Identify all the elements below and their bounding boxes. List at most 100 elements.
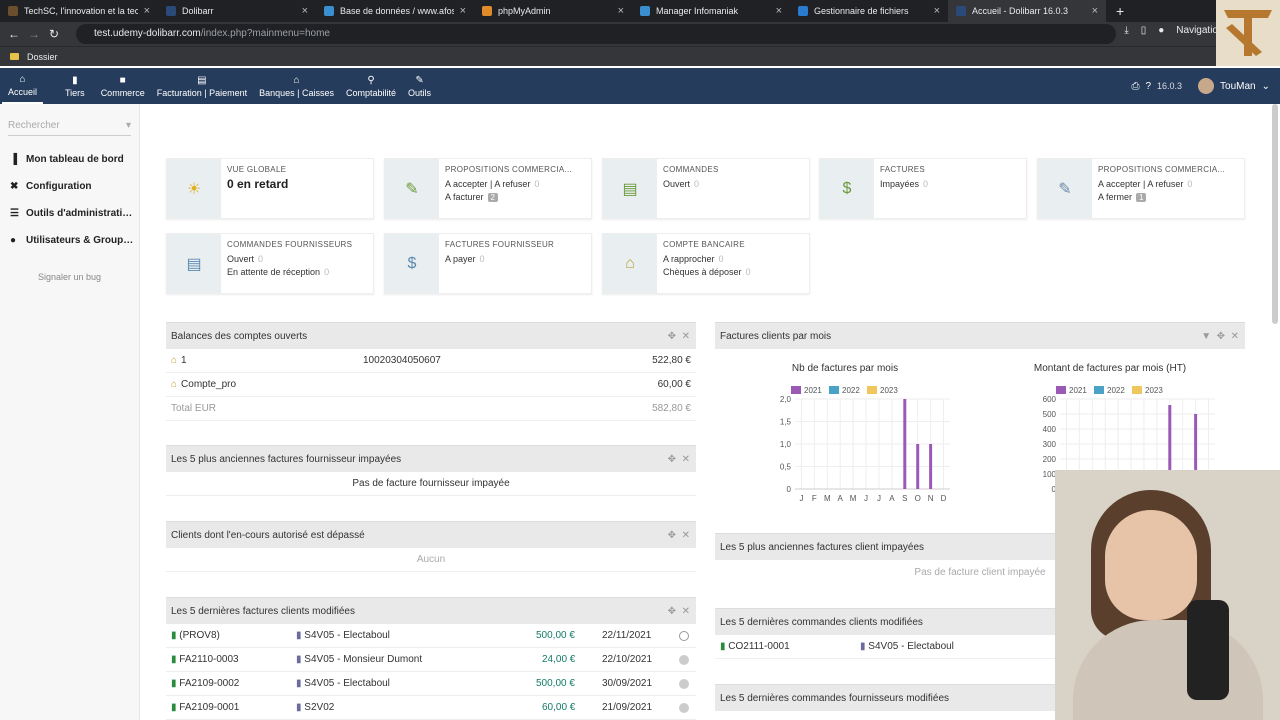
overview-box[interactable]: ✎ PROPOSITIONS COMMERCIA... A accepter |… [1037,158,1245,219]
chevron-down-icon[interactable]: ⌄ [1262,81,1270,92]
invoice-ref[interactable]: FA2109-0001 [179,702,239,713]
box-line[interactable]: A payer [445,254,476,264]
address-bar[interactable]: test.udemy-dolibarr.com/index.php?mainme… [76,24,1116,44]
order-ref[interactable]: CO2111-0001 [728,641,789,652]
overview-box[interactable]: ☀ VUE GLOBALE 0 en retard [166,158,374,219]
box-line[interactable]: Impayées [880,179,919,189]
overview-box[interactable]: ▤ COMMANDES FOURNISSEURS Ouvert 0 En atte… [166,233,374,294]
box-line[interactable]: Chèques à déposer [663,267,742,277]
menu-banques[interactable]: ⌂ Banques | Caisses [253,68,340,104]
close-icon[interactable]: ✕ [682,331,690,342]
move-icon[interactable]: ✥ [668,331,676,342]
sidebar-item-configuration[interactable]: ✖ Configuration [0,173,139,200]
filter-icon[interactable]: ▼ [1201,331,1211,342]
move-icon[interactable]: ✥ [668,606,676,617]
invoice-ref[interactable]: FA2109-0002 [179,678,239,689]
box-line[interactable]: En attente de réception [227,267,320,277]
box-line[interactable]: A rapprocher [663,254,715,264]
move-icon[interactable]: ✥ [668,454,676,465]
help-icon[interactable]: ? [1145,81,1151,92]
panel-title: Les 5 dernières commandes fournisseurs m… [720,692,949,704]
close-icon[interactable]: × [618,5,624,17]
browser-tab[interactable]: Manager Infomaniak × [632,0,790,22]
account-name[interactable]: Compte_pro [181,379,236,390]
signature-icon: ✎ [1038,159,1092,218]
y-tick-label: 500 [1043,410,1057,419]
box-line[interactable]: A facturer [445,192,484,202]
forward-icon[interactable]: → [24,27,44,41]
menu-accueil[interactable]: ⌂ Accueil [2,68,44,104]
close-icon[interactable]: × [776,5,782,17]
client-name[interactable]: S4V05 - Electaboul [304,678,390,689]
close-icon[interactable]: × [934,5,940,17]
table-row[interactable]: ▮ (PROV8) ▮ S4V05 - Electaboul 500,00 €22/… [166,624,696,648]
close-icon[interactable]: × [144,5,150,17]
move-icon[interactable]: ✥ [668,530,676,541]
avatar[interactable] [1198,78,1215,94]
invoice-ref[interactable]: (PROV8) [179,630,220,641]
box-line[interactable]: A fermer [1098,192,1132,202]
sidebar-item-users[interactable]: ● Utilisateurs & Group… [0,227,139,254]
box-line[interactable]: A accepter | A refuser [445,179,530,189]
search-input[interactable]: Rechercher ▾ [8,120,131,136]
panel-header: Les 5 plus anciennes factures fournisseu… [166,446,696,472]
move-icon[interactable]: ✥ [1217,331,1225,342]
browser-tab[interactable]: TechSC, l'innovation et la techno × [0,0,158,22]
overview-box[interactable]: ✎ PROPOSITIONS COMMERCIA... A accepter |… [384,158,592,219]
table-row[interactable]: ⌂ Compte_pro 60,00 € [166,373,696,397]
menu-commerce[interactable]: ■ Commerce [95,68,151,104]
box-line[interactable]: Ouvert [663,179,690,189]
new-tab-icon[interactable]: + [1106,0,1134,22]
box-title: PROPOSITIONS COMMERCIA... [445,165,573,174]
sidepanel-icon[interactable]: ▯ [1141,25,1147,36]
close-icon[interactable]: × [460,5,466,17]
browser-tab[interactable]: phpMyAdmin × [474,0,632,22]
sidebar-item-admin-tools[interactable]: ☰ Outils d'administrati… [0,200,139,227]
sidebar-item-dashboard[interactable]: ▐ Mon tableau de bord [0,146,139,173]
account-name[interactable]: 1 [181,355,187,366]
browser-tab[interactable]: Gestionnaire de fichiers × [790,0,948,22]
close-icon[interactable]: ✕ [1231,331,1239,342]
browser-tab[interactable]: Dolibarr × [158,0,316,22]
menu-facturation[interactable]: ▤ Facturation | Paiement [151,68,253,104]
table-row[interactable]: ▮ FA2110-0003 ▮ S4V05 - Monsieur Dumont 24… [166,648,696,672]
bookmark-folder[interactable]: Dossier [27,52,58,62]
y-tick-label: 1,0 [780,440,792,449]
back-icon[interactable]: ← [4,27,24,41]
overview-box[interactable]: $ FACTURES Impayées 0 [819,158,1027,219]
menu-tiers[interactable]: ▮ Tiers [59,68,91,104]
client-name[interactable]: S4V05 - Monsieur Dumont [304,654,422,665]
bar [916,444,920,489]
overview-box[interactable]: $ FACTURES FOURNISSEUR A payer 0 [384,233,592,294]
download-icon[interactable]: ⤓ [1124,25,1128,36]
box-line[interactable]: Ouvert [227,254,254,264]
menu-label: Tiers [65,87,85,98]
reload-icon[interactable]: ↻ [44,27,64,41]
profile-label[interactable]: Navigatio [1176,25,1218,36]
table-row[interactable]: ⌂ 1 10020304050607 522,80 € [166,349,696,373]
close-icon[interactable]: × [302,5,308,17]
menu-outils[interactable]: ✎ Outils [402,68,437,104]
print-icon[interactable]: ⎙ [1131,81,1139,92]
menu-comptabilite[interactable]: ⚲ Comptabilité [340,68,402,104]
browser-tab-active[interactable]: Accueil - Dolibarr 16.0.3 × [948,0,1106,22]
client-name[interactable]: S4V05 - Electaboul [304,630,390,641]
client-name[interactable]: S2V02 [304,702,334,713]
browser-tab[interactable]: Base de données / www.afosbu × [316,0,474,22]
scrollbar[interactable] [1272,104,1278,324]
user-name[interactable]: TouMan [1220,81,1256,92]
box-line[interactable]: A accepter | A refuser [1098,179,1183,189]
close-icon[interactable]: × [1092,5,1098,17]
invoice-ref[interactable]: FA2110-0003 [179,654,238,665]
table-row[interactable]: ▮ FA2109-0001 ▮ S2V02 60,00 €21/09/2021 [166,696,696,720]
table-row[interactable]: ▮ FA2109-0002 ▮ S4V05 - Electaboul 500,00 … [166,672,696,696]
close-icon[interactable]: ✕ [682,606,690,617]
close-icon[interactable]: ✕ [682,454,690,465]
report-bug-link[interactable]: Signaler un bug [0,272,139,282]
client-name[interactable]: S4V05 - Electaboul [868,641,954,652]
panel-header: Balances des comptes ouverts ✥ ✕ [166,323,696,349]
overview-box[interactable]: ▤ COMMANDES Ouvert 0 [602,158,810,219]
close-icon[interactable]: ✕ [682,530,690,541]
overview-box[interactable]: ⌂ COMPTE BANCAIRE A rapprocher 0 Chèques … [602,233,810,294]
profile-icon[interactable]: ● [1158,25,1164,36]
